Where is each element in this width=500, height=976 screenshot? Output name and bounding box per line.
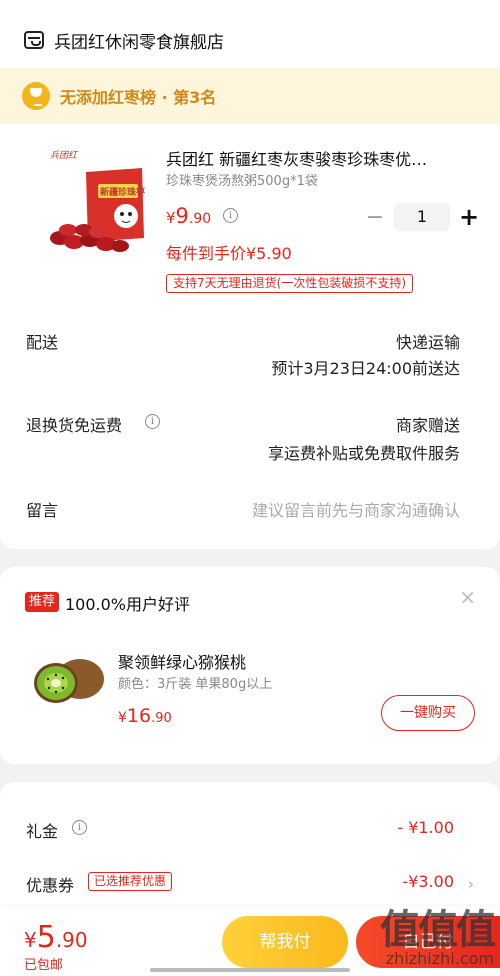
recommend-badge: 推荐 bbox=[25, 592, 60, 612]
return-shipping-label: 退换货免运费 bbox=[26, 416, 123, 435]
delivery-method[interactable]: 快递运输 bbox=[396, 329, 460, 353]
increase-quantity-button[interactable]: + bbox=[458, 203, 480, 231]
one-click-buy-button[interactable]: 一键购买 bbox=[381, 695, 475, 731]
total-integer: 5 bbox=[36, 920, 56, 955]
coupon-selected-tag: 已选推荐优惠 bbox=[88, 872, 173, 891]
total-symbol: ¥ bbox=[24, 928, 37, 952]
price-integer: 9 bbox=[175, 204, 189, 228]
recommended-product-name[interactable]: 聚领鲜绿心猕猴桃 bbox=[118, 649, 246, 673]
checkout-bar: ¥ 5 .90 已包邮 帮我付 自己付 bbox=[0, 906, 500, 976]
order-card: 兵团红休闲零食旗舰店 无添加红枣榜 · 第3名 兵团红 新疆珍珠枣 兵团红 新疆… bbox=[0, 0, 500, 549]
help-me-pay-button[interactable]: 帮我付 bbox=[222, 916, 348, 968]
trophy-icon bbox=[22, 82, 50, 110]
delivery-eta: 预计3月23日24:00前送达 bbox=[271, 359, 460, 378]
coupon-label: 优惠券 bbox=[26, 876, 75, 895]
unit-final-price: 每件到手价¥5.90 bbox=[166, 244, 292, 263]
ranking-banner[interactable]: 无添加红枣榜 · 第3名 bbox=[0, 68, 500, 124]
package-face bbox=[114, 204, 138, 228]
recommendation-card: 推荐 100.0%用户好评 × 聚领鲜绿心猕猴桃 颜色：3斤装 单果80g以上 … bbox=[0, 567, 500, 764]
price-symbol: ¥ bbox=[166, 209, 176, 227]
rec-price-symbol: ¥ bbox=[118, 710, 127, 726]
gift-cash-label: 礼金 bbox=[26, 822, 59, 841]
quantity-stepper: − 1 + bbox=[364, 203, 480, 231]
recommended-product-price: ¥ 16 .90 bbox=[118, 705, 172, 727]
delivery-label: 配送 bbox=[26, 333, 59, 352]
return-shipping-value: 商家赠送 bbox=[395, 416, 460, 435]
recommended-product-spec: 颜色：3斤装 单果80g以上 bbox=[118, 677, 273, 692]
price-decimal: .90 bbox=[188, 211, 212, 227]
free-shipping-note: 已包邮 bbox=[24, 958, 64, 973]
price-info-icon[interactable]: i bbox=[223, 208, 238, 223]
coupon-amount[interactable]: -¥3.00 bbox=[402, 872, 454, 891]
store-icon bbox=[24, 31, 44, 49]
rec-price-integer: 16 bbox=[126, 705, 152, 727]
pay-myself-button[interactable]: 自己付 bbox=[356, 916, 500, 968]
product-sku[interactable]: 珍珠枣煲汤熬粥500g*1袋 bbox=[166, 170, 318, 189]
return-shipping-info-icon[interactable]: i bbox=[145, 414, 160, 429]
chevron-right-icon[interactable]: › bbox=[468, 875, 474, 893]
quantity-input[interactable]: 1 bbox=[394, 203, 450, 231]
total-price: ¥ 5 .90 bbox=[24, 920, 88, 955]
store-header[interactable]: 兵团红休闲零食旗舰店 bbox=[24, 26, 224, 54]
product-image[interactable]: 兵团红 新疆珍珠枣 bbox=[46, 142, 148, 260]
message-label: 留言 bbox=[26, 501, 59, 520]
return-shipping-detail: 享运费补贴或免费取件服务 bbox=[267, 444, 460, 463]
home-indicator bbox=[150, 968, 350, 972]
kiwi-image[interactable] bbox=[32, 653, 106, 707]
package-title: 新疆珍珠枣 bbox=[100, 186, 146, 198]
store-name: 兵团红休闲零食旗舰店 bbox=[54, 32, 224, 53]
product-price: ¥ 9 .90 bbox=[166, 204, 211, 228]
brand-mark: 兵团红 bbox=[50, 150, 79, 161]
rec-price-decimal: .90 bbox=[151, 711, 172, 726]
product-title[interactable]: 兵团红 新疆红枣灰枣骏枣珍珠枣优… bbox=[166, 146, 466, 170]
message-input[interactable]: 建议留言前先与商家沟通确认 bbox=[252, 497, 460, 521]
return-policy-tag: 支持7天无理由退货(一次性包装破损不支持) bbox=[166, 274, 413, 293]
gift-cash-info-icon[interactable]: i bbox=[72, 820, 87, 835]
decrease-quantity-button[interactable]: − bbox=[364, 205, 386, 230]
close-icon[interactable]: × bbox=[459, 585, 476, 609]
recommendation-title: 100.0%用户好评 bbox=[65, 595, 191, 614]
gift-cash-amount: - ¥1.00 bbox=[397, 818, 454, 837]
total-decimal: .90 bbox=[55, 928, 88, 952]
ranking-text: 无添加红枣榜 · 第3名 bbox=[60, 88, 217, 107]
